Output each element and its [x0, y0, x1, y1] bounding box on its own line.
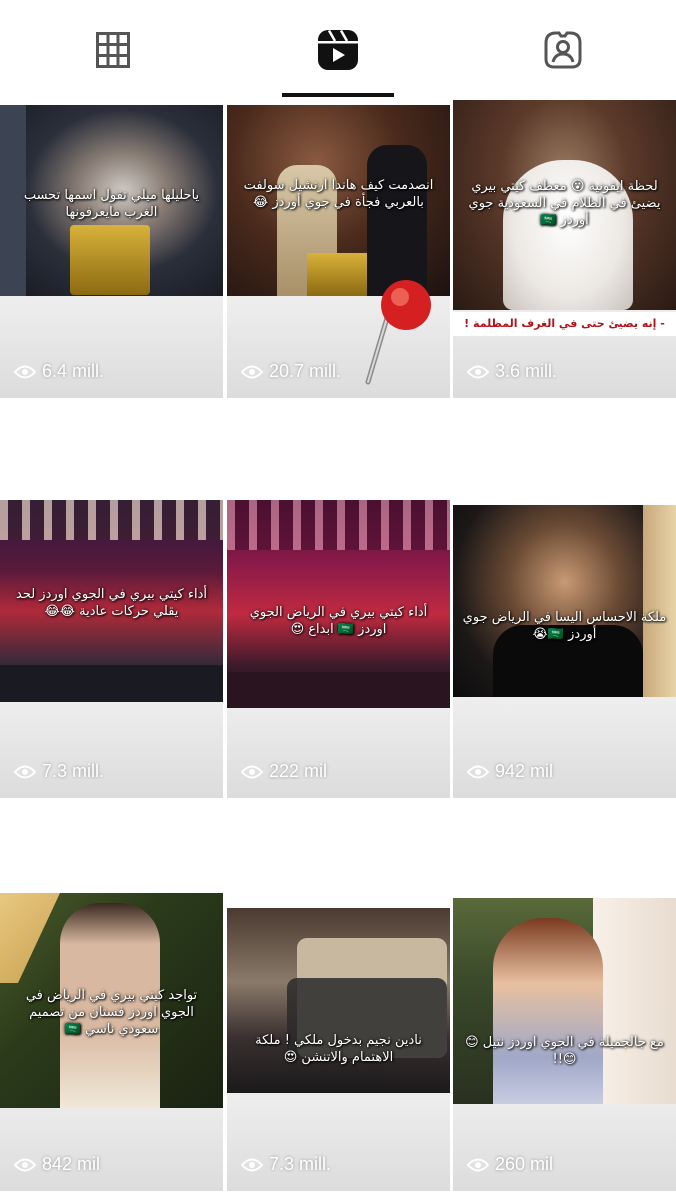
reel-thumbnail: انصدمت كيف هاندا ارتشيل سولفت بالعربي فج…	[227, 105, 450, 296]
eye-icon	[467, 765, 489, 778]
eye-icon	[241, 365, 263, 378]
view-count: 260 mil	[467, 1154, 553, 1175]
view-count: 842 mil	[14, 1154, 100, 1175]
reel-thumbnail: أداء كيتي بيري في الرياض الجوي اوردز 🇸🇦 …	[227, 500, 450, 708]
view-count: 3.6 mill.	[467, 361, 557, 382]
eye-icon	[241, 765, 263, 778]
view-count: 7.3 mill.	[14, 761, 104, 782]
reel-item[interactable]: ياحليلها ميلي تقول اسمها تحسب الغرب مايع…	[0, 100, 223, 398]
view-count-text: 222 mil	[269, 761, 328, 781]
tagged-person-icon	[544, 31, 581, 69]
view-count-text: 842 mil	[42, 1154, 101, 1174]
reel-thumbnail: ياحليلها ميلي تقول اسمها تحسب الغرب مايع…	[0, 105, 223, 296]
reel-item[interactable]: أداء كيتي بيري في الجوي اوردز لحد يقلي ح…	[0, 500, 223, 798]
view-count: 222 mil	[241, 761, 327, 782]
view-count-text: 6.4 mill.	[42, 361, 105, 381]
reel-thumbnail: مع جالجميلة في الجوي اوردز نتيل 😊😊!!	[453, 898, 676, 1104]
reel-thumbnail: ملكة الاحساس اليسا في الرياض جوي أوردز 🇸…	[453, 505, 676, 697]
eye-icon	[14, 1158, 36, 1171]
reel-caption: مع جالجميلة في الجوي اوردز نتيل 😊😊!!	[465, 1035, 664, 1067]
reel-thumbnail: تواجد كيتي بيري في الرياض في الجوي اوردز…	[0, 893, 223, 1108]
reel-caption: انصدمت كيف هاندا ارتشيل سولفت بالعربي فج…	[243, 178, 434, 210]
reel-caption: أداء كيتي بيري في الجوي اوردز لحد يقلي ح…	[16, 587, 207, 619]
reel-thumbnail: لحظة ايقونية 😮 معطف كيتي بيري يضيئ في ال…	[453, 100, 676, 310]
reel-caption: أداء كيتي بيري في الرياض الجوي اوردز 🇸🇦 …	[249, 605, 428, 637]
eye-icon	[241, 1158, 263, 1171]
view-count: 942 mil	[467, 761, 553, 782]
reel-item[interactable]: تواجد كيتي بيري في الرياض في الجوي اوردز…	[0, 893, 223, 1191]
profile-tab-bar	[0, 0, 676, 100]
view-count: 20.7 mill.	[241, 361, 341, 382]
view-count-text: 942 mil	[495, 761, 554, 781]
grid-icon	[95, 32, 130, 68]
reel-thumbnail: أداء كيتي بيري في الجوي اوردز لحد يقلي ح…	[0, 500, 223, 702]
eye-icon	[14, 765, 36, 778]
reel-caption: ياحليلها ميلي تقول اسمها تحسب الغرب مايع…	[23, 188, 200, 220]
active-tab-indicator	[282, 93, 394, 97]
view-count-text: 7.3 mill.	[269, 1154, 332, 1174]
reel-caption: نادين نجيم بدخول ملكي ! ملكة الاهتمام وا…	[255, 1033, 422, 1065]
eye-icon	[467, 365, 489, 378]
reel-caption: تواجد كيتي بيري في الرياض في الجوي اوردز…	[25, 988, 198, 1037]
pin-icon	[365, 280, 431, 385]
view-count: 7.3 mill.	[241, 1154, 331, 1175]
reel-caption: لحظة ايقونية 😮 معطف كيتي بيري يضيئ في ال…	[468, 179, 661, 228]
reel-item[interactable]: نادين نجيم بدخول ملكي ! ملكة الاهتمام وا…	[227, 893, 450, 1191]
reel-item[interactable]: مع جالجميلة في الجوي اوردز نتيل 😊😊!! 260…	[453, 893, 676, 1191]
view-count: 6.4 mill.	[14, 361, 104, 382]
eye-icon	[467, 1158, 489, 1171]
view-count-text: 260 mil	[495, 1154, 554, 1174]
reel-item[interactable]: أداء كيتي بيري في الرياض الجوي اوردز 🇸🇦 …	[227, 500, 450, 798]
tab-reels[interactable]	[225, 0, 450, 100]
view-count-text: 20.7 mill.	[269, 361, 342, 381]
view-count-text: 3.6 mill.	[495, 361, 558, 381]
reel-item[interactable]: ملكة الاحساس اليسا في الرياض جوي أوردز 🇸…	[453, 500, 676, 798]
reel-thumbnail: نادين نجيم بدخول ملكي ! ملكة الاهتمام وا…	[227, 908, 450, 1093]
reels-icon	[317, 29, 358, 70]
view-count-text: 7.3 mill.	[42, 761, 105, 781]
tab-tagged[interactable]	[450, 0, 675, 100]
tab-posts[interactable]	[0, 0, 225, 100]
reels-grid: ياحليلها ميلي تقول اسمها تحسب الغرب مايع…	[0, 100, 676, 1200]
eye-icon	[14, 365, 36, 378]
reel-caption: ملكة الاحساس اليسا في الرياض جوي أوردز 🇸…	[462, 610, 667, 642]
reel-item[interactable]: لحظة ايقونية 😮 معطف كيتي بيري يضيئ في ال…	[453, 100, 676, 398]
reel-banner: - إنه يضيئ حتى في الغرف المظلمة !	[453, 312, 676, 336]
